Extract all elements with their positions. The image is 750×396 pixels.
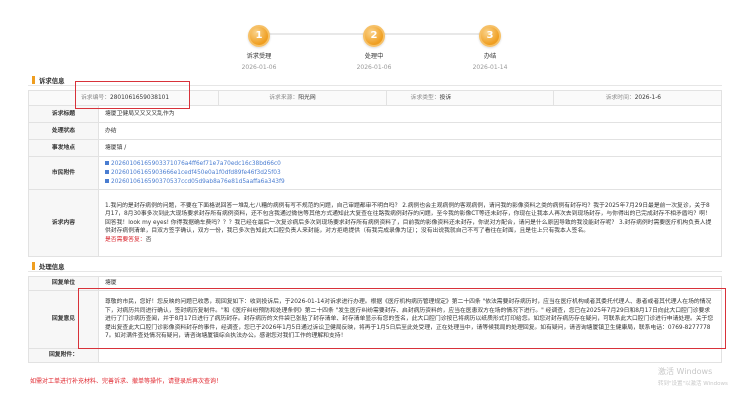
- windows-watermark-title: 激活 Windows: [658, 367, 713, 376]
- place-label: 事发地点: [28, 139, 99, 157]
- content-row: 诉求内容 1.我问的是封存病例的问题，不要在下面格说回答一堆乱七八糟的病例有写不…: [28, 189, 722, 257]
- step-3-label: 办结: [483, 53, 497, 60]
- handling-section-header: 处理信息: [28, 260, 722, 272]
- step-1-date: 2026-01-06: [241, 64, 277, 71]
- appeal-time-value: 2026-1-6: [634, 94, 661, 101]
- appeal-type-label: 诉求类型：: [410, 94, 440, 101]
- attachment-name: 2026010616590370537ccd05d9ab8a76e81d5aaf…: [111, 178, 285, 185]
- appeal-detail-table: 诉求标题 塘厦卫健局又又又又乱作为 处理状态 办结 事发地点 塘厦镇 / 市民附…: [28, 105, 722, 257]
- content-cell: 1.我问的是封存病例的问题，不要在下面格说回答一堆乱七八糟的病例有写不规范的问题…: [98, 189, 722, 257]
- appeal-source-cell: 诉求来源：阳光网: [218, 90, 387, 106]
- step-1-circle: 1: [248, 25, 270, 47]
- reply-attach-value: [98, 348, 722, 363]
- step-3-circle: 3: [479, 25, 501, 47]
- step-processing: 2 处理中 2026-01-06: [329, 25, 419, 71]
- content-label: 诉求内容: [28, 189, 99, 257]
- step-1-label: 诉求受理: [246, 53, 272, 60]
- attachment-name: 20260106165903666e1cedf450e0a1f0dfd89fe4…: [111, 169, 281, 176]
- section-divider: [28, 271, 722, 272]
- place-value: 塘厦镇 /: [98, 139, 722, 157]
- reply-flag-label: 是否需要答复：: [105, 236, 146, 243]
- step-3-date: 2026-01-14: [472, 64, 508, 71]
- appeal-time-label: 诉求时间：: [605, 94, 635, 101]
- appeal-section-title: 诉求信息: [39, 77, 65, 85]
- appeal-type-cell: 诉求类型：投诉: [385, 90, 555, 106]
- appeal-time-cell: 诉求时间：2026-1-6: [553, 90, 722, 106]
- reply-attach-row: 回复附件：: [28, 348, 722, 363]
- section-accent-bar: [32, 262, 35, 270]
- attachments-list: 20260106165903371076a4ff6ef71e7a70edc16c…: [98, 156, 722, 190]
- reply-attach-label: 回复附件：: [28, 348, 99, 363]
- step-2-label: 处理中: [364, 53, 384, 60]
- appeal-type-value: 投诉: [439, 94, 452, 101]
- progress-steps: 1 诉求受理 2026-01-06 2 处理中 2026-01-06 3 办结 …: [0, 0, 750, 72]
- file-icon: [105, 179, 109, 183]
- step-2-date: 2026-01-06: [356, 64, 392, 71]
- file-icon: [105, 170, 109, 174]
- appeal-id-highlight-box: [75, 81, 190, 109]
- reply-flag-value: 否: [145, 236, 152, 243]
- attachments-row: 市民附件 20260106165903371076a4ff6ef71e7a70e…: [28, 156, 722, 190]
- step-2-circle: 2: [363, 25, 385, 47]
- attachment-name: 20260106165903371076a4ff6ef71e7a70edc16c…: [111, 160, 281, 167]
- place-row: 事发地点 塘厦镇 /: [28, 139, 722, 157]
- section-accent-bar: [32, 76, 35, 84]
- step-accepted: 1 诉求受理 2026-01-06: [214, 25, 304, 71]
- status-row: 处理状态 办结: [28, 122, 722, 140]
- appeal-source-value: 阳光网: [298, 94, 316, 101]
- title-value: 塘厦卫健局又又又又乱作为: [98, 105, 722, 123]
- reply-opinion-highlight-box: [78, 288, 726, 349]
- status-value: 办结: [98, 122, 722, 140]
- appeal-source-label: 诉求来源：: [269, 94, 299, 101]
- step-closed: 3 办结 2026-01-14: [445, 25, 535, 71]
- attachment-link[interactable]: 2026010616590370537ccd05d9ab8a76e81d5aaf…: [105, 178, 715, 187]
- file-icon: [105, 161, 109, 165]
- attachment-link[interactable]: 20260106165903666e1cedf450e0a1f0dfd89fe4…: [105, 169, 715, 178]
- footer-warning-note: 如需对工单进行补充材料、完善诉求、撤单等操作，请登录后再次查询！: [30, 378, 223, 385]
- content-text: 1.我问的是封存病例的问题，不要在下面格说回答一堆乱七八糟的病例有写不规范的问题…: [105, 202, 712, 235]
- attachments-label: 市民附件: [28, 156, 99, 190]
- reply-flag: 是否需要答复：否: [105, 236, 715, 245]
- handling-section-title: 处理信息: [39, 263, 65, 271]
- attachment-link[interactable]: 20260106165903371076a4ff6ef71e7a70edc16c…: [105, 160, 715, 169]
- windows-watermark-subtitle: 转到"设置"以激活 Windows: [658, 381, 728, 387]
- status-label: 处理状态: [28, 122, 99, 140]
